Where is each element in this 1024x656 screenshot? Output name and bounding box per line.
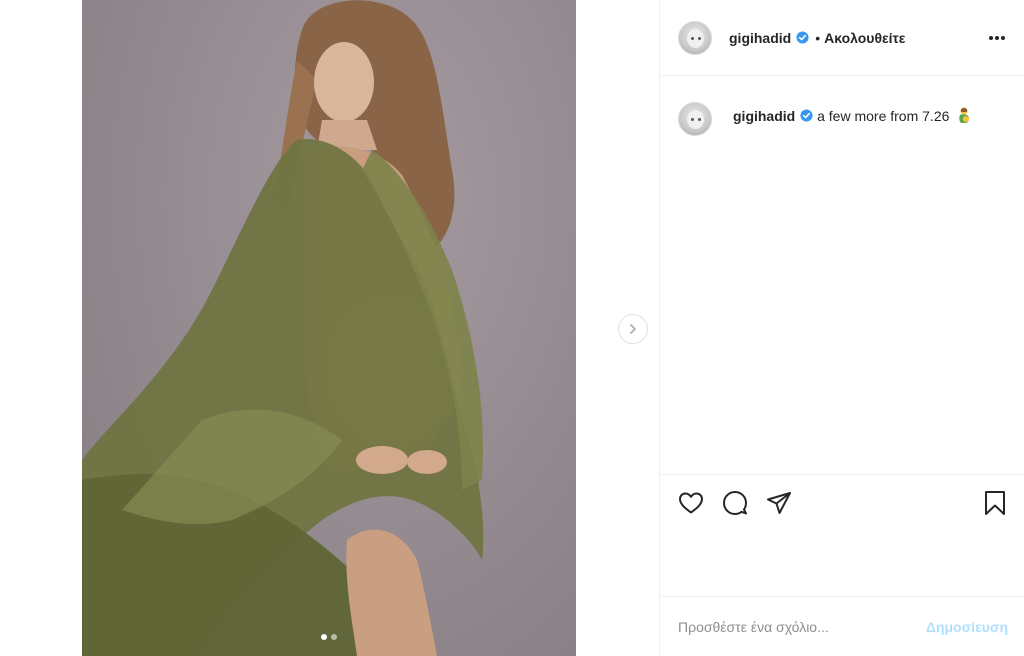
caption-text-block: gigihadid a few more from 7.26	[733, 102, 973, 126]
pregnant-woman-emoji	[959, 107, 970, 123]
carousel-dot-active	[321, 634, 327, 640]
photo-illustration	[82, 0, 484, 656]
avatar-face	[687, 110, 704, 129]
avatar-eye	[691, 36, 694, 40]
share-button[interactable]	[764, 488, 794, 518]
paper-plane-icon	[767, 491, 791, 514]
comment-icon	[723, 490, 747, 515]
caption-username[interactable]: gigihadid	[733, 108, 795, 124]
post-actions-bar	[660, 474, 1024, 530]
like-button[interactable]	[676, 488, 706, 518]
post-header: gigihadid • Ακολουθείτε	[660, 0, 1024, 76]
verified-badge-icon	[800, 109, 813, 122]
post-comment-button[interactable]: Δημοσίευση	[926, 619, 1008, 635]
post-media-area	[0, 0, 659, 656]
post-caption: gigihadid a few more from 7.26	[660, 76, 1024, 136]
avatar-eye	[698, 118, 701, 121]
more-options-icon[interactable]	[986, 27, 1008, 49]
bookmark-icon	[985, 490, 1005, 515]
avatar-eye	[691, 118, 694, 121]
verified-badge-icon	[796, 31, 809, 44]
carousel-indicator	[82, 634, 576, 640]
avatar-eye	[698, 36, 701, 40]
avatar-face	[687, 28, 704, 48]
caption-text: a few more from 7.26	[817, 108, 950, 124]
chevron-right-icon	[630, 324, 636, 334]
carousel-dot	[331, 634, 337, 640]
follow-separator: •	[815, 29, 821, 46]
comment-button[interactable]	[720, 488, 750, 518]
post-side-panel: gigihadid • Ακολουθείτε gigihadid a few …	[659, 0, 1024, 656]
post-photo[interactable]	[82, 0, 576, 656]
following-button[interactable]: Ακολουθείτε	[824, 30, 905, 46]
add-comment-bar: Δημοσίευση	[660, 596, 1024, 656]
carousel-next-button[interactable]	[618, 314, 648, 344]
save-button[interactable]	[980, 488, 1010, 518]
heart-icon	[679, 492, 703, 513]
avatar[interactable]	[678, 102, 712, 136]
header-username[interactable]: gigihadid	[729, 30, 791, 46]
comment-input[interactable]	[678, 618, 926, 635]
avatar[interactable]	[678, 20, 712, 55]
